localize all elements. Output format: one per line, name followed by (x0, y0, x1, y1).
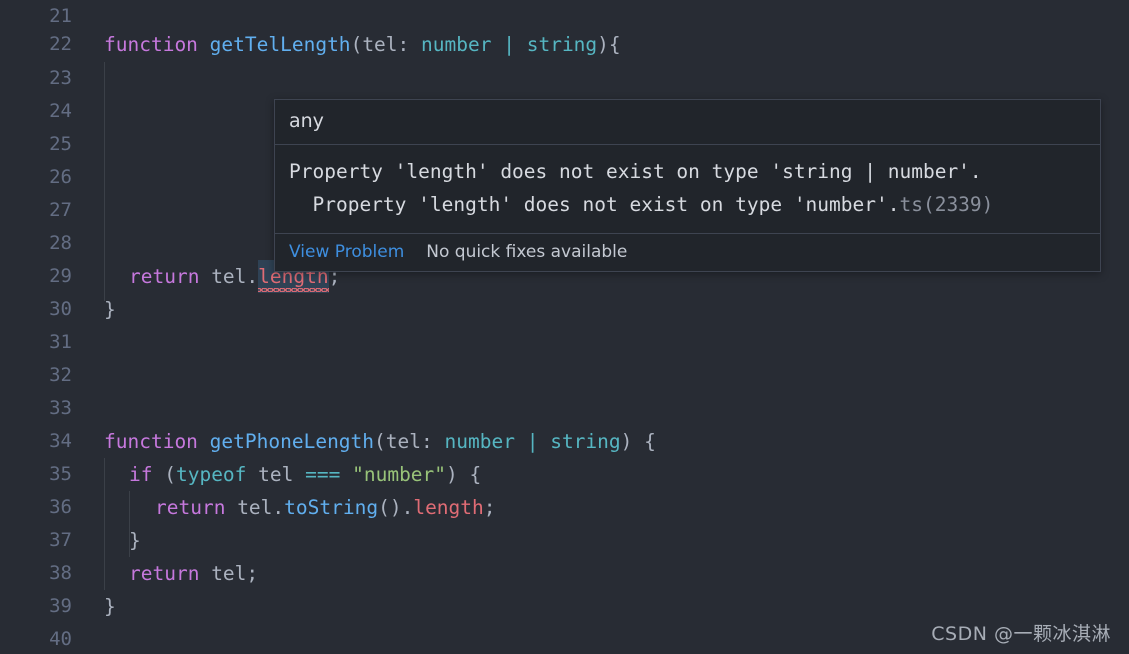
token-keyword: return (129, 562, 200, 585)
line-content: return tel; (129, 557, 258, 590)
line-content: function getTelLength(tel: number | stri… (104, 28, 621, 61)
line-number: 39 (49, 595, 72, 617)
line-content: function getPhoneLength(tel: number | st… (104, 425, 656, 458)
token-dot: . (246, 265, 259, 288)
line-number: 38 (49, 562, 72, 584)
code-line[interactable]: 31 (0, 326, 1129, 359)
diagnostic-error-code: ts(2339) (899, 192, 994, 216)
view-problem-link[interactable]: View Problem (289, 242, 404, 262)
line-number: 36 (49, 496, 72, 518)
token-paren: ( (152, 463, 176, 486)
hover-actions-bar[interactable]: View Problem No quick fixes available (275, 234, 1100, 271)
token-colon: : (421, 430, 445, 453)
token-union: | (514, 430, 551, 453)
line-number: 23 (49, 67, 72, 89)
token-typeof: typeof (175, 463, 247, 486)
diagnostic-message-primary: Property 'length' does not exist on type… (289, 159, 982, 183)
watermark-text: CSDN @一颗冰淇淋 (931, 623, 1111, 645)
line-content: if (typeof tel === "number") { (129, 458, 481, 491)
code-line[interactable]: 38 return tel; (0, 557, 1129, 590)
token-type: number (444, 430, 515, 453)
token-type: string (550, 430, 621, 453)
code-line[interactable]: 30 } (0, 293, 1129, 326)
token-keyword: if (129, 463, 153, 486)
token-type: number (421, 33, 492, 56)
line-number: 26 (49, 166, 72, 188)
token-type: string (526, 33, 598, 56)
line-content: return tel.toString().length; (155, 491, 496, 524)
token-variable: tel (199, 562, 247, 585)
line-number: 32 (49, 364, 72, 386)
code-editor[interactable]: 21 22 function getTelLength(tel: number … (0, 0, 1129, 654)
token-variable: tel (225, 496, 273, 519)
line-number: 27 (49, 199, 72, 221)
hover-tooltip[interactable]: any Property 'length' does not exist on … (274, 99, 1101, 273)
token-keyword: function (104, 33, 198, 56)
token-string: "number" (352, 463, 447, 486)
line-content: } (104, 298, 116, 321)
line-number: 30 (49, 298, 72, 320)
token-paren: ( (374, 430, 386, 453)
token-equality-operator: === (305, 463, 341, 486)
token-variable: tel (199, 265, 247, 288)
token-param: tel (385, 430, 422, 453)
line-content: } (104, 595, 116, 618)
token-close: ){ (597, 33, 621, 56)
token-union: | (491, 33, 527, 56)
code-line[interactable]: 32 (0, 359, 1129, 392)
token-dot: . (401, 496, 414, 519)
token-semicolon: ; (483, 496, 496, 519)
token-function-name: getTelLength (209, 33, 351, 56)
token-dot: . (272, 496, 285, 519)
token-keyword: return (129, 265, 200, 288)
code-line[interactable]: 35 if (typeof tel === "number") { (0, 458, 1129, 491)
line-content: } (129, 529, 141, 552)
line-number: 24 (49, 100, 72, 122)
line-number: 34 (49, 430, 72, 452)
token-colon: : (397, 33, 422, 56)
hover-diagnostic-body: Property 'length' does not exist on type… (275, 145, 1100, 234)
code-line[interactable]: 37 } (0, 524, 1129, 557)
token-close: ) { (620, 430, 656, 453)
token-semicolon: ; (246, 562, 259, 585)
token-keyword: return (155, 496, 226, 519)
line-number: 40 (49, 628, 72, 650)
line-number: 33 (49, 397, 72, 419)
hover-type-signature: any (275, 100, 1100, 145)
token-param: tel (362, 33, 398, 56)
token-function-name: getPhoneLength (209, 430, 375, 453)
token-paren: ( (350, 33, 363, 56)
code-line[interactable]: 36 return tel.toString().length; (0, 491, 1129, 524)
quick-fix-status: No quick fixes available (426, 241, 628, 262)
token-parens: () (378, 496, 402, 519)
line-number: 31 (49, 331, 72, 353)
line-number: 37 (49, 529, 72, 551)
code-line[interactable]: 33 (0, 392, 1129, 425)
line-number: 25 (49, 133, 72, 155)
code-line[interactable]: 22 function getTelLength(tel: number | s… (0, 28, 1129, 61)
token-variable: tel (246, 463, 306, 486)
diagnostic-message-secondary: Property 'length' does not exist on type… (289, 192, 900, 216)
token-close: ) { (446, 463, 482, 486)
code-line[interactable]: 34 function getPhoneLength(tel: number |… (0, 425, 1129, 458)
line-number: 28 (49, 232, 72, 254)
line-number: 35 (49, 463, 72, 485)
token-method: toString (284, 496, 379, 519)
token-keyword: function (104, 430, 198, 453)
line-number: 29 (49, 265, 72, 287)
code-line[interactable]: 23 (0, 62, 1129, 95)
token-property: length (413, 496, 484, 519)
line-number: 22 (49, 33, 72, 55)
